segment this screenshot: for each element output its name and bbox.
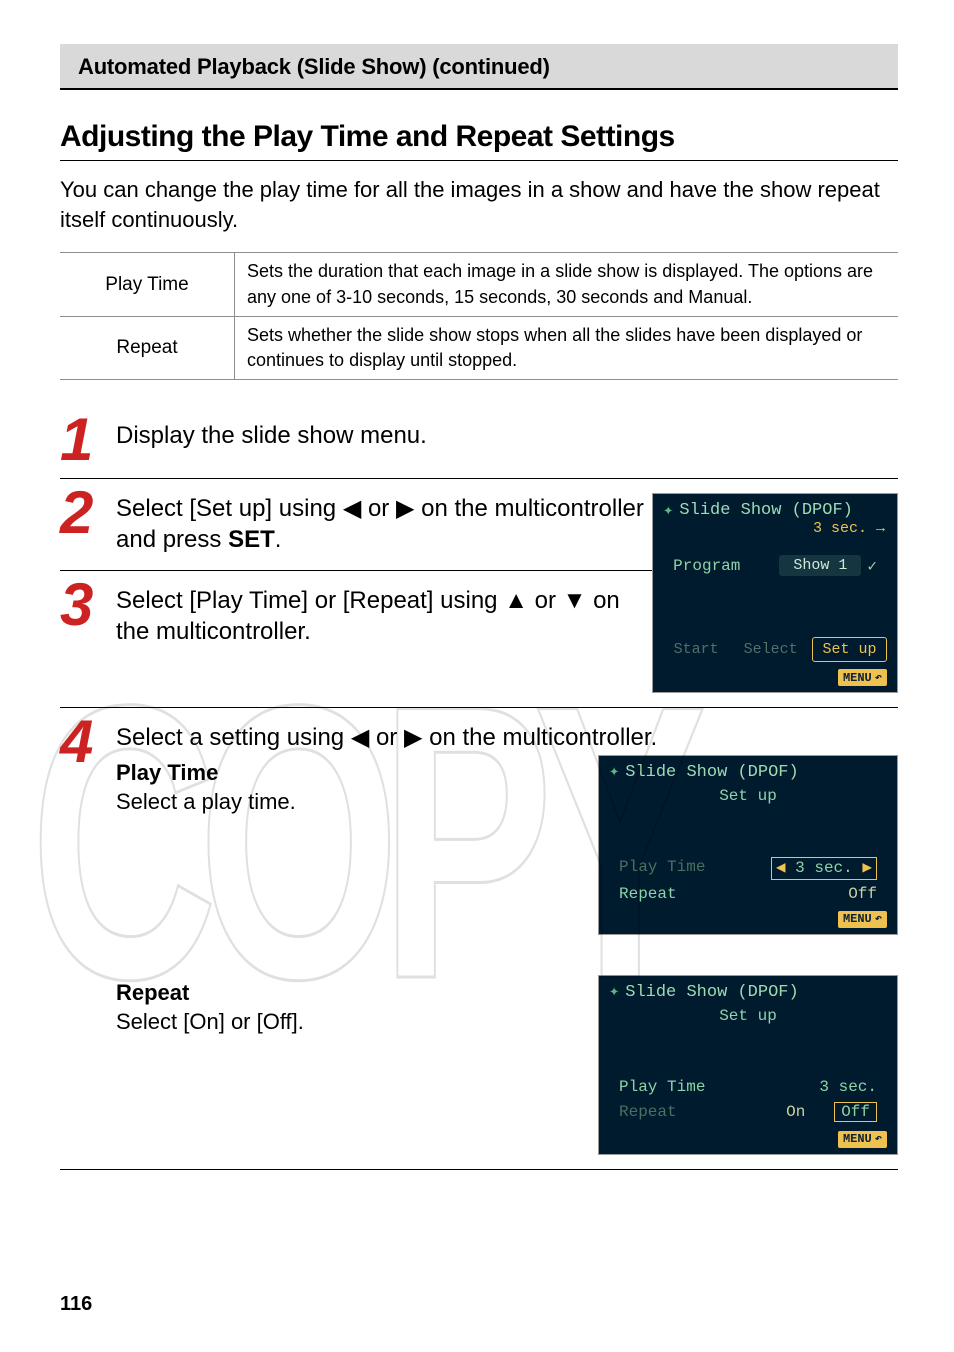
text: Select a setting using xyxy=(116,724,351,751)
lcd-tab-setup: Set up xyxy=(812,637,887,662)
lcd-title-text: Slide Show (DPOF) xyxy=(625,762,798,784)
lcd-screenshot-playtime: ✦ Slide Show (DPOF) Set up Play Time ◀ 3… xyxy=(598,755,898,935)
lcd-menu-button: MENU ↶ xyxy=(838,669,887,686)
lcd-playtime-key: Play Time xyxy=(619,857,705,880)
down-triangle-icon: ▼ xyxy=(563,587,587,614)
text: on the multicontroller. xyxy=(422,724,657,751)
lcd-title: ✦ Slide Show (DPOF) xyxy=(599,976,897,1008)
lcd-title-text: Slide Show (DPOF) xyxy=(679,501,852,520)
lcd-repeat-value: On Off xyxy=(786,1102,877,1123)
text: or xyxy=(369,724,404,751)
lcd-repeat-on: On xyxy=(786,1103,805,1121)
lcd-subtitle: Set up xyxy=(599,786,897,807)
lcd-repeat-key: Repeat xyxy=(619,1102,677,1123)
lcd-screenshot-slideshow: ✦ Slide Show (DPOF) 3 sec. → Program Sho… xyxy=(652,493,898,693)
step-2-text: Select [Set up] using ◀ or ▶ on the mult… xyxy=(116,493,652,555)
step-4: 4 Select a setting using ◀ or ▶ on the m… xyxy=(60,708,898,1170)
lcd-menu-label: MENU xyxy=(843,671,872,685)
lcd-subtitle: Set up xyxy=(599,1006,897,1027)
lcd-program-label: Program xyxy=(673,557,740,575)
repeat-heading: Repeat xyxy=(116,979,562,1008)
lcd-repeat-value: Off xyxy=(848,884,877,905)
lcd-repeat-off: Off xyxy=(834,1102,877,1122)
step-2: 2 Select [Set up] using ◀ or ▶ on the mu… xyxy=(60,479,652,570)
check-icon: ✓ xyxy=(867,556,877,576)
nav-diamond-icon: ✦ xyxy=(663,500,673,521)
section-title: Adjusting the Play Time and Repeat Setti… xyxy=(60,120,898,161)
text: . xyxy=(275,526,282,553)
step-number: 1 xyxy=(60,416,116,464)
option-label: Play Time xyxy=(60,253,235,316)
back-icon: ↶ xyxy=(875,1132,882,1148)
lcd-menu-label: MENU xyxy=(843,912,872,928)
nav-diamond-icon: ✦ xyxy=(609,982,619,1004)
lcd-tab-start: Start xyxy=(663,637,729,662)
lcd-menu-button: MENU ↶ xyxy=(838,1131,887,1149)
lcd-menu-label: MENU xyxy=(843,1132,872,1148)
back-icon: ↶ xyxy=(875,912,882,928)
lcd-repeat-key: Repeat xyxy=(619,884,677,905)
step-number: 4 xyxy=(60,718,116,1155)
left-triangle-icon: ◀ xyxy=(351,724,369,751)
right-triangle-icon: ▶ xyxy=(404,724,422,751)
continued-heading: Automated Playback (Slide Show) (continu… xyxy=(60,44,898,90)
nav-diamond-icon: ✦ xyxy=(609,762,619,784)
lcd-screenshot-repeat: ✦ Slide Show (DPOF) Set up Play Time 3 s… xyxy=(598,975,898,1155)
option-desc: Sets whether the slide show stops when a… xyxy=(235,316,899,379)
table-row: Play Time Sets the duration that each im… xyxy=(60,253,898,316)
step-3-text: Select [Play Time] or [Repeat] using ▲ o… xyxy=(116,585,652,647)
left-triangle-icon: ◀ xyxy=(776,859,786,877)
step-number: 2 xyxy=(60,489,116,537)
table-row: Repeat Sets whether the slide show stops… xyxy=(60,316,898,379)
play-time-desc: Select a play time. xyxy=(116,788,562,817)
right-triangle-icon: ▶ xyxy=(862,859,872,877)
step-1: 1 Display the slide show menu. xyxy=(60,416,898,479)
text: Select [Set up] using xyxy=(116,495,343,522)
lcd-tabs: Start Select Set up xyxy=(653,637,897,662)
left-triangle-icon: ◀ xyxy=(343,495,361,522)
lcd-show-button: Show 1 xyxy=(779,555,861,576)
page-number: 116 xyxy=(60,1293,92,1316)
set-label: SET xyxy=(228,526,275,553)
back-icon: ↶ xyxy=(875,670,882,685)
option-label: Repeat xyxy=(60,316,235,379)
play-time-heading: Play Time xyxy=(116,759,562,788)
lcd-title-text: Slide Show (DPOF) xyxy=(625,982,798,1004)
lcd-playtime-value: ◀ 3 sec. ▶ xyxy=(771,857,877,880)
text: or xyxy=(361,495,396,522)
lcd-title: ✦ Slide Show (DPOF) xyxy=(599,756,897,788)
text: 3 sec. xyxy=(795,859,853,877)
section-description: You can change the play time for all the… xyxy=(60,175,898,234)
lcd-playtime-key: Play Time xyxy=(619,1077,705,1098)
lcd-menu-button: MENU ↶ xyxy=(838,911,887,929)
option-desc: Sets the duration that each image in a s… xyxy=(235,253,899,316)
lcd-playtime-value: 3 sec. xyxy=(819,1077,877,1098)
right-triangle-icon: ▶ xyxy=(396,495,414,522)
step-1-text: Display the slide show menu. xyxy=(116,420,898,451)
step-number: 3 xyxy=(60,581,116,629)
lcd-duration-hint: 3 sec. → xyxy=(813,520,885,537)
options-table: Play Time Sets the duration that each im… xyxy=(60,252,898,380)
lcd-tab-select: Select xyxy=(733,637,808,662)
up-triangle-icon: ▲ xyxy=(504,587,528,614)
text: Select [Play Time] or [Repeat] using xyxy=(116,587,504,614)
repeat-desc: Select [On] or [Off]. xyxy=(116,1008,562,1037)
step-4-text: Select a setting using ◀ or ▶ on the mul… xyxy=(116,722,898,753)
step-3: 3 Select [Play Time] or [Repeat] using ▲… xyxy=(60,571,652,661)
text: or xyxy=(528,587,563,614)
